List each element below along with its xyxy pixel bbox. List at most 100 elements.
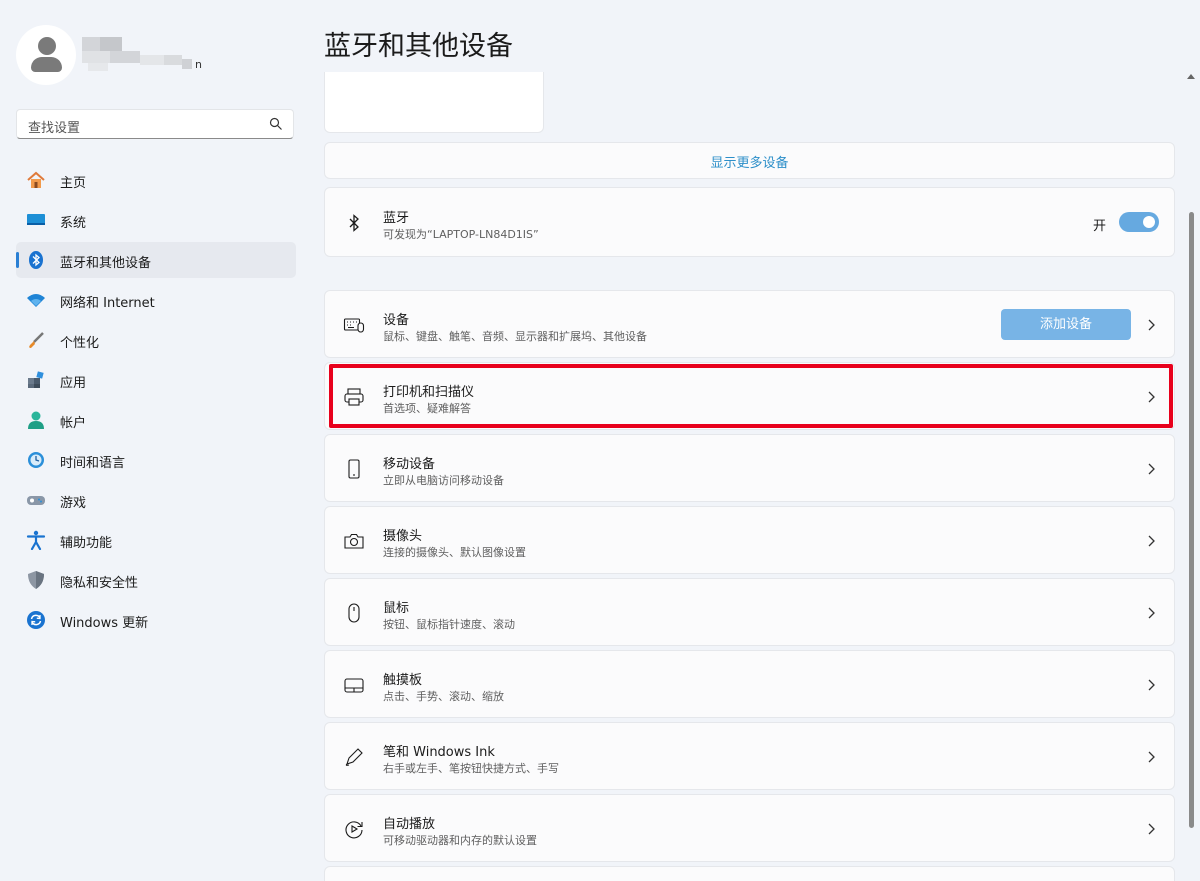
search-placeholder: 查找设置 [28, 121, 81, 136]
sidebar-item-label: 辅助功能 [60, 536, 113, 551]
bluetooth-toggle[interactable] [1119, 212, 1159, 232]
bluetooth-icon [349, 214, 359, 232]
settings-row-title: 鼠标 [383, 601, 410, 616]
keyboard-mouse-icon [343, 318, 365, 333]
bluetooth-title: 蓝牙 [383, 211, 410, 226]
settings-row-title: 笔和 Windows Ink [383, 745, 495, 760]
chevron-right-icon[interactable] [1146, 679, 1156, 691]
username-redacted [82, 35, 202, 75]
mouse-icon [348, 603, 360, 623]
sidebar-item-bluetooth[interactable]: 蓝牙和其他设备 [16, 242, 296, 278]
sidebar-item-accounts[interactable]: 帐户 [16, 402, 296, 438]
sidebar-item-home[interactable]: 主页 [16, 162, 296, 198]
sidebar-item-network[interactable]: 网络和 Internet [16, 282, 296, 318]
main-content: 显示更多设备 蓝牙 可发现为“LAPTOP-LN84D1IS” 开 设备 鼠标、… [324, 72, 1176, 881]
settings-row-title: 触摸板 [383, 673, 423, 688]
devices-title: 设备 [383, 313, 410, 328]
sidebar-item-personalization[interactable]: 个性化 [16, 322, 296, 358]
settings-row-title: 移动设备 [383, 457, 436, 472]
scrollbar-thumb[interactable] [1189, 212, 1194, 828]
avatar[interactable] [16, 25, 76, 85]
sidebar-item-apps[interactable]: 应用 [16, 362, 296, 398]
show-more-devices-link[interactable]: 显示更多设备 [325, 152, 1174, 171]
chevron-right-icon[interactable] [1146, 751, 1156, 763]
settings-row-title: 打印机和扫描仪 [383, 385, 475, 400]
settings-row-title: 自动播放 [383, 817, 436, 832]
settings-row-printer[interactable]: 打印机和扫描仪 首选项、疑难解答 [324, 362, 1175, 430]
printer-icon [344, 388, 364, 406]
sidebar-item-label: 网络和 Internet [60, 296, 155, 311]
device-tile-partial[interactable] [324, 72, 544, 133]
settings-row-autoplay[interactable]: 自动播放可移动驱动器和内存的默认设置 [324, 794, 1175, 862]
show-more-devices-card[interactable]: 显示更多设备 [324, 142, 1175, 179]
search-box[interactable]: 查找设置 [16, 109, 294, 139]
sidebar-item-label: 游戏 [60, 496, 87, 511]
shield-icon [28, 571, 44, 589]
toggle-knob [1143, 216, 1155, 228]
sidebar-item-label: 蓝牙和其他设备 [60, 256, 152, 271]
settings-row-subtitle: 连接的摄像头、默认图像设置 [383, 546, 526, 559]
system-icon [27, 214, 45, 225]
settings-row-subtitle: 可移动驱动器和内存的默认设置 [383, 834, 537, 847]
sidebar-item-label: 帐户 [60, 416, 87, 431]
chevron-right-icon[interactable] [1146, 319, 1156, 331]
autoplay-icon [345, 821, 363, 839]
sidebar-item-label: 隐私和安全性 [60, 576, 139, 591]
camera-icon [344, 533, 364, 549]
pen-icon [345, 748, 363, 766]
settings-row-touchpad[interactable]: 触摸板点击、手势、滚动、缩放 [324, 650, 1175, 718]
chevron-right-icon[interactable] [1146, 535, 1156, 547]
chevron-right-icon[interactable] [1146, 607, 1156, 619]
settings-row-subtitle: 首选项、疑难解答 [383, 402, 471, 415]
wifi-icon [27, 294, 45, 307]
sidebar-item-label: 系统 [60, 216, 87, 231]
devices-card[interactable]: 设备 鼠标、键盘、触笔、音频、显示器和扩展坞、其他设备 添加设备 [324, 290, 1175, 358]
gamepad-icon [27, 496, 45, 505]
settings-row-subtitle: 立即从电脑访问移动设备 [383, 474, 504, 487]
chevron-right-icon[interactable] [1146, 463, 1156, 475]
page-title: 蓝牙和其他设备 [324, 31, 513, 62]
bluetooth-icon [29, 251, 43, 269]
chevron-right-icon[interactable] [1146, 823, 1156, 835]
settings-row-phone[interactable]: 移动设备立即从电脑访问移动设备 [324, 434, 1175, 502]
settings-row-pen[interactable]: 笔和 Windows Ink 右手或左手、笔按钮快捷方式、手写 [324, 722, 1175, 790]
settings-row-subtitle: 点击、手势、滚动、缩放 [383, 690, 504, 703]
sidebar-item-label: 应用 [60, 376, 87, 391]
sidebar-item-label: 时间和语言 [60, 456, 126, 471]
sidebar-item-windows-update[interactable]: Windows 更新 [16, 602, 296, 638]
settings-row-subtitle: 按钮、鼠标指针速度、滚动 [383, 618, 515, 631]
chevron-right-icon[interactable] [1146, 391, 1156, 403]
scroll-up-arrow-icon[interactable] [1187, 74, 1195, 79]
settings-row-mouse[interactable]: 鼠标按钮、鼠标指针速度、滚动 [324, 578, 1175, 646]
bluetooth-card: 蓝牙 可发现为“LAPTOP-LN84D1IS” 开 [324, 187, 1175, 257]
sidebar-item-time-language[interactable]: 时间和语言 [16, 442, 296, 478]
sidebar-item-privacy[interactable]: 隐私和安全性 [16, 562, 296, 598]
settings-row-partial[interactable] [324, 866, 1175, 881]
accessibility-icon [26, 530, 46, 550]
add-device-button[interactable]: 添加设备 [1001, 309, 1131, 340]
sidebar-item-system[interactable]: 系统 [16, 202, 296, 238]
settings-row-subtitle: 右手或左手、笔按钮快捷方式、手写 [383, 762, 559, 775]
update-icon [27, 611, 45, 629]
nav-list: 主页 系统 蓝牙和其他设备 网络和 Internet 个性化 应用 帐户 时间和… [16, 162, 296, 642]
brush-icon [29, 332, 44, 348]
sidebar-item-accessibility[interactable]: 辅助功能 [16, 522, 296, 558]
username-text: n [195, 58, 202, 71]
phone-icon [348, 459, 360, 479]
account-icon [28, 411, 44, 429]
settings-row-title: 摄像头 [383, 529, 423, 544]
home-icon [27, 171, 45, 188]
avatar-head [38, 37, 56, 55]
sidebar-item-gaming[interactable]: 游戏 [16, 482, 296, 518]
bluetooth-subtitle: 可发现为“LAPTOP-LN84D1IS” [383, 228, 539, 241]
avatar-body [31, 57, 62, 72]
search-icon[interactable] [269, 117, 283, 131]
devices-subtitle: 鼠标、键盘、触笔、音频、显示器和扩展坞、其他设备 [383, 330, 647, 343]
settings-row-camera[interactable]: 摄像头连接的摄像头、默认图像设置 [324, 506, 1175, 574]
apps-icon [28, 371, 44, 388]
time-language-icon [28, 452, 44, 468]
sidebar-item-label: 个性化 [60, 336, 100, 351]
sidebar-item-label: 主页 [60, 176, 87, 191]
sidebar: n 查找设置 主页 系统 蓝牙和其他设备 网络和 Internet 个性化 应用… [0, 0, 310, 881]
bluetooth-toggle-label: 开 [1093, 219, 1107, 234]
